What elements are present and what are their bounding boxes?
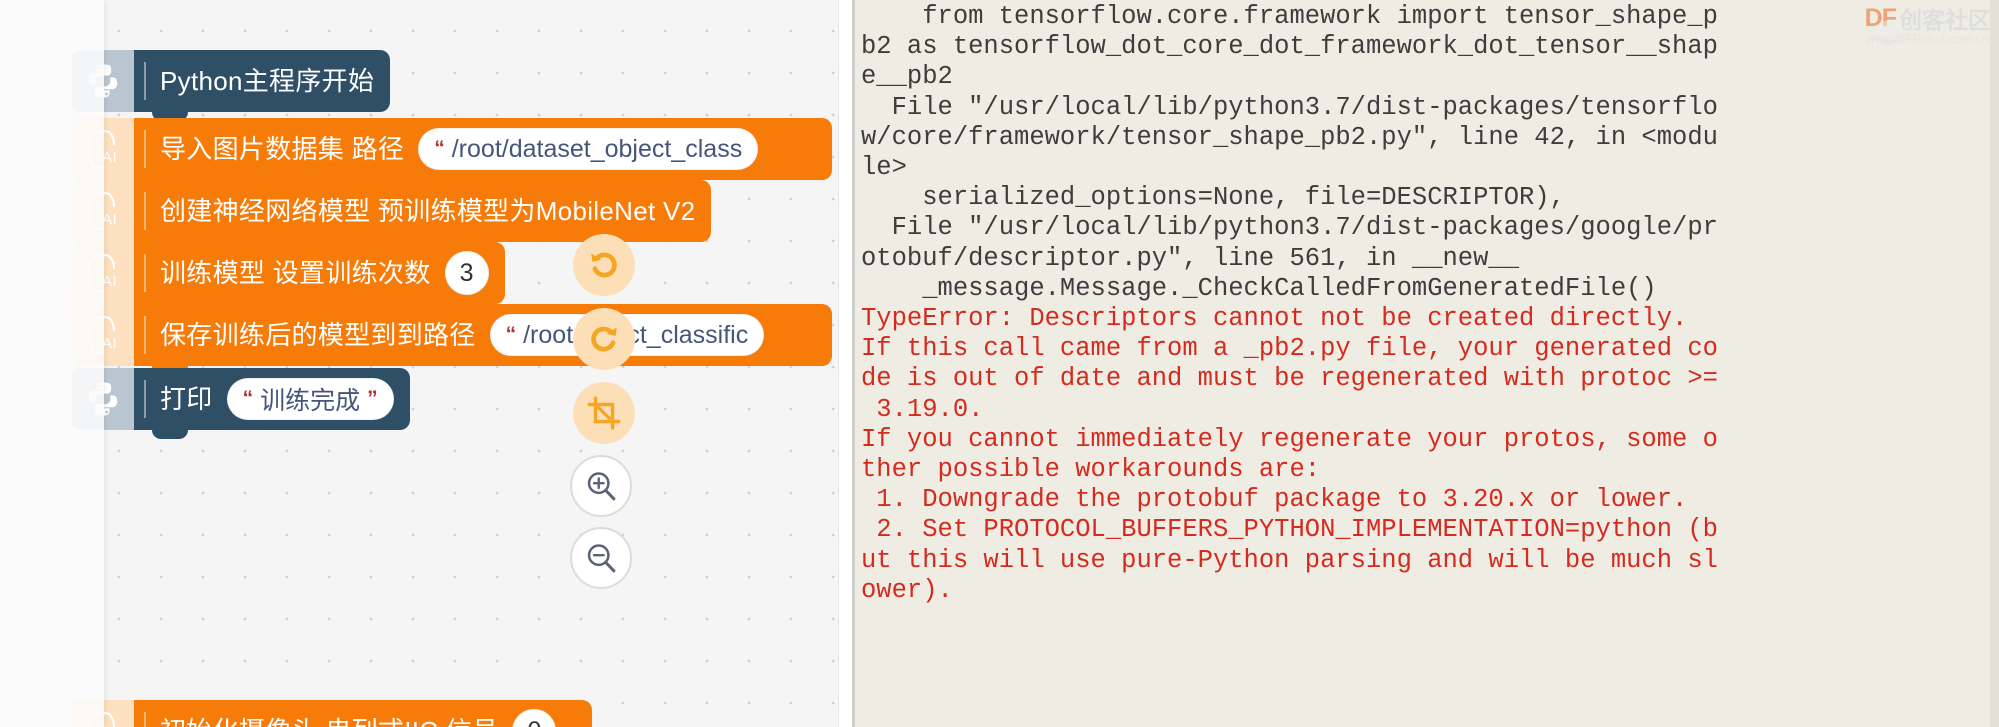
block-value-pill[interactable]: 0 bbox=[512, 709, 557, 727]
block-import-image-dataset[interactable]: AI 导入图片数据集 路径 “ /root/dataset_object_class bbox=[72, 118, 832, 189]
console-line: serialized_options=None, file=DESCRIPTOR… bbox=[861, 183, 1565, 213]
svg-text:AI: AI bbox=[102, 335, 117, 352]
zoom-out-icon bbox=[587, 544, 616, 573]
block-label: 导入图片数据集 路径 bbox=[160, 134, 405, 164]
console-line: 2. Set PROTOCOL_BUFFERS_PYTHON_IMPLEMENT… bbox=[861, 515, 1718, 545]
block-print-block[interactable]: 打印 “ 训练完成 ” bbox=[72, 368, 410, 439]
undo-button[interactable] bbox=[573, 234, 635, 296]
console-line: If this call came from a _pb2.py file, y… bbox=[861, 334, 1718, 364]
svg-text:AI: AI bbox=[102, 211, 117, 228]
zoom-out-button[interactable] bbox=[570, 527, 632, 589]
block-divider bbox=[144, 711, 146, 727]
block-body[interactable]: 初始化摄像头 串列式IIC 信号 0 bbox=[134, 700, 592, 727]
console-line: from tensorflow.core.framework import te… bbox=[861, 2, 1718, 31]
block-workspace[interactable]: Python主程序开始 AI 导入图片数据集 路径 “ /root/dataset_… bbox=[0, 0, 852, 727]
quote-close: ” bbox=[367, 387, 378, 410]
block-body[interactable]: 保存训练后的模型到到路径 “ /root/object_classific bbox=[134, 304, 832, 375]
palette-gutter bbox=[0, 0, 104, 727]
block-python-main-start[interactable]: Python主程序开始 bbox=[72, 50, 391, 121]
block-body[interactable]: 训练模型 设置训练次数 3 bbox=[134, 242, 505, 313]
block-divider bbox=[144, 129, 146, 169]
svg-text:AI: AI bbox=[102, 273, 117, 290]
console-line: File "/usr/local/lib/python3.7/dist-pack… bbox=[861, 92, 1718, 122]
block-divider bbox=[144, 379, 146, 419]
console-line: ower). bbox=[861, 575, 953, 605]
output-console-panel[interactable]: from tensorflow.core.framework import te… bbox=[852, 0, 1999, 727]
console-line: otobuf/descriptor.py", line 561, in __ne… bbox=[861, 243, 1520, 273]
block-label: 创建神经网络模型 预训练模型为MobileNet V2 bbox=[160, 196, 696, 226]
console-line: TypeError: Descriptors cannot not be cre… bbox=[861, 304, 1688, 334]
app-root: Python主程序开始 AI 导入图片数据集 路径 “ /root/dataset_… bbox=[0, 0, 1999, 727]
block-value-pill[interactable]: “ /root/dataset_object_class bbox=[418, 128, 759, 170]
zoom-in-icon bbox=[587, 472, 616, 501]
block-divider bbox=[144, 315, 146, 355]
block-notch bbox=[152, 428, 188, 439]
block-label: 初始化摄像头 串列式IIC 信号 bbox=[160, 718, 498, 727]
block-divider bbox=[144, 61, 146, 101]
console-line: b2 as tensorflow_dot_core_dot_framework_… bbox=[861, 32, 1718, 62]
block-label: 训练模型 设置训练次数 bbox=[160, 258, 431, 288]
block-value-pill[interactable]: 3 bbox=[444, 251, 489, 295]
redo-icon bbox=[591, 326, 617, 352]
block-init-camera-block[interactable]: AI 初始化摄像头 串列式IIC 信号0 bbox=[72, 700, 592, 727]
block-label: Python主程序开始 bbox=[160, 66, 375, 96]
block-label: 保存训练后的模型到到路径 bbox=[160, 320, 476, 350]
console-line: 1. Downgrade the protobuf package to 3.2… bbox=[861, 485, 1688, 515]
block-value-text: /root/object_classific bbox=[523, 320, 749, 349]
block-body[interactable]: Python主程序开始 bbox=[134, 50, 391, 121]
block-value-text: 3 bbox=[459, 258, 474, 287]
console-line: le> bbox=[861, 153, 907, 183]
quote-open: “ bbox=[242, 387, 254, 410]
console-line: _message.Message._CheckCalledFromGenerat… bbox=[861, 273, 1657, 303]
block-body[interactable]: 导入图片数据集 路径 “ /root/dataset_object_class bbox=[134, 118, 832, 189]
console-text: from tensorflow.core.framework import te… bbox=[855, 0, 1999, 606]
console-scrollbar[interactable] bbox=[1990, 0, 1999, 727]
quote-open: “ bbox=[505, 323, 517, 346]
console-line: de is out of date and must be regenerate… bbox=[861, 364, 1718, 394]
console-line: ther possible workarounds are: bbox=[861, 455, 1321, 485]
block-train-model[interactable]: AI 训练模型 设置训练次数 3 bbox=[72, 242, 505, 313]
block-value-pill[interactable]: “ 训练完成 ” bbox=[226, 378, 394, 420]
block-value-text: /root/dataset_object_class bbox=[451, 134, 743, 163]
quote-open: “ bbox=[434, 137, 445, 160]
block-value-text: 0 bbox=[528, 717, 542, 727]
console-line: File "/usr/local/lib/python3.7/dist-pack… bbox=[861, 213, 1718, 243]
block-create-neural-network-model[interactable]: AI 创建神经网络模型 预训练模型为MobileNet V2 bbox=[72, 180, 712, 251]
redo-button[interactable] bbox=[573, 308, 635, 370]
console-line: w/core/framework/tensor_shape_pb2.py", l… bbox=[861, 122, 1718, 152]
block-label: 打印 bbox=[160, 384, 213, 414]
block-body[interactable]: 打印 “ 训练完成 ” bbox=[134, 368, 410, 439]
zoom-in-button[interactable] bbox=[570, 455, 632, 517]
svg-text:AI: AI bbox=[102, 149, 117, 166]
undo-icon bbox=[591, 252, 617, 278]
console-line: If you cannot immediately regenerate you… bbox=[861, 424, 1718, 454]
block-divider bbox=[144, 191, 146, 231]
crop-fit-icon bbox=[587, 396, 621, 430]
block-divider bbox=[144, 253, 146, 293]
console-line: ut this will use pure-Python parsing and… bbox=[861, 545, 1718, 575]
console-line: 3.19.0. bbox=[861, 394, 984, 424]
console-line: e__pb2 bbox=[861, 62, 953, 92]
workspace-right-edge bbox=[838, 0, 852, 727]
block-save-trained-model[interactable]: AI 保存训练后的模型到到路径 “ /root/object_classific bbox=[72, 304, 832, 375]
block-body[interactable]: 创建神经网络模型 预训练模型为MobileNet V2 bbox=[134, 180, 712, 251]
block-value-text: 训练完成 bbox=[260, 387, 361, 415]
fit-button[interactable] bbox=[573, 382, 635, 444]
